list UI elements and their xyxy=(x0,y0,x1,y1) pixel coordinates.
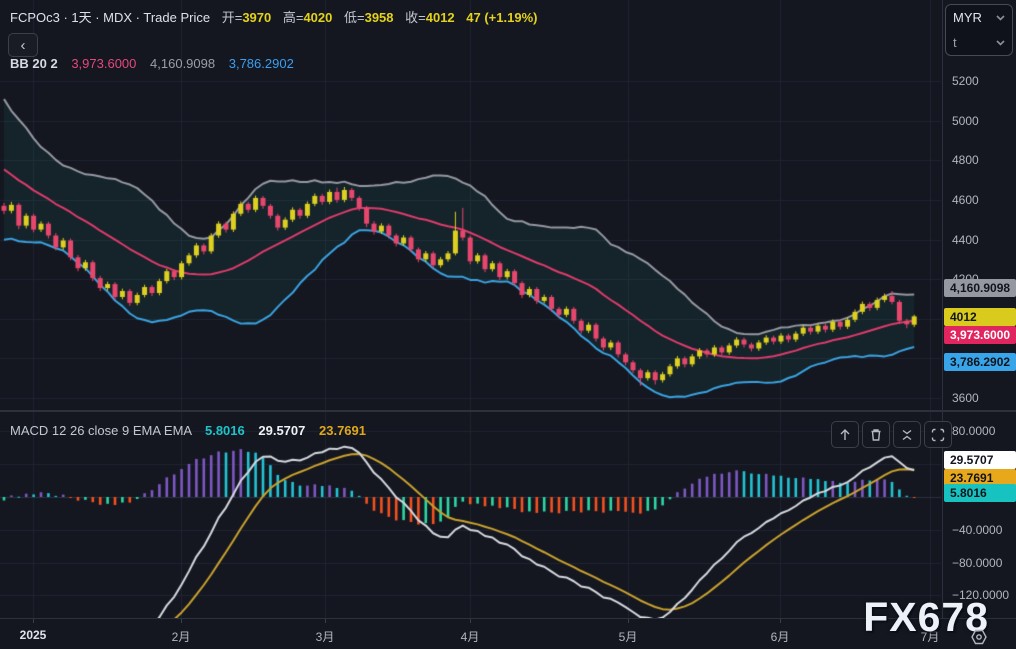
time-tick-mark xyxy=(181,619,182,623)
price-tick-label: 4400 xyxy=(952,233,979,247)
time-axis-label: 3月 xyxy=(315,630,335,644)
bb-upper-value: 4,160.9098 xyxy=(150,56,216,71)
collapse-icon xyxy=(902,429,912,440)
bb-basis-badge: 3,973.6000 xyxy=(944,326,1016,344)
maximize-icon xyxy=(931,428,945,441)
hexagon-settings-icon xyxy=(971,629,987,645)
bb-lower-badge: 3,786.2902 xyxy=(944,353,1016,371)
unit-value: t xyxy=(953,35,957,50)
time-axis-label: 6月 xyxy=(770,630,790,644)
macd-hist-value: 5.8016 xyxy=(204,423,245,438)
macd-tick-label: 80.0000 xyxy=(952,424,996,438)
macd-line-value: 29.5707 xyxy=(258,423,306,438)
macd-signal-value: 23.7691 xyxy=(319,423,366,438)
time-tick-mark xyxy=(470,619,471,623)
time-axis-label: 4月 xyxy=(460,630,480,644)
low-label: 低= xyxy=(344,10,365,25)
macd-tick-label: −40.0000 xyxy=(952,523,1003,537)
chevron-down-icon xyxy=(996,39,1005,46)
price-tick-label: 3600 xyxy=(952,391,979,405)
macd-label: MACD 12 26 close 9 EMA EMA xyxy=(10,423,192,438)
collapse-pane-button[interactable] xyxy=(893,421,921,448)
symbol-title: FCPOc3 · 1天 · MDX · Trade Price xyxy=(10,10,211,25)
macd-chart-canvas[interactable] xyxy=(0,412,941,618)
macd-tick-label: −80.0000 xyxy=(952,556,1003,570)
macd-indicator-row[interactable]: MACD 12 26 close 9 EMA EMA 5.8016 29.570… xyxy=(10,423,366,438)
price-axis[interactable]: 52005000480046004400420040003800360080.0… xyxy=(942,0,1016,618)
trash-icon xyxy=(871,428,881,441)
close-label: 收= xyxy=(405,10,426,25)
low-value: 3958 xyxy=(364,10,394,25)
move-pane-up-button[interactable] xyxy=(831,421,859,448)
time-axis-label: 2月 xyxy=(171,630,191,644)
bb-label: BB 20 2 xyxy=(10,56,58,71)
time-tick-mark xyxy=(628,619,629,623)
open-label: 开= xyxy=(221,10,243,25)
symbol-header: FCPOc3 · 1天 · MDX · Trade Price 开=3970 高… xyxy=(10,7,537,26)
last-price-badge: 4012 xyxy=(944,308,1016,326)
currency-dropdown[interactable]: MYR xyxy=(946,5,1012,30)
price-tick-label: 5000 xyxy=(952,114,979,128)
price-tick-label: 5200 xyxy=(952,74,979,88)
time-tick-mark xyxy=(780,619,781,623)
maximize-pane-button[interactable] xyxy=(924,421,952,448)
time-tick-mark xyxy=(33,619,34,623)
price-tick-label: 4800 xyxy=(952,153,979,167)
time-axis-label: 5月 xyxy=(618,630,638,644)
bb-indicator-row[interactable]: BB 20 2 3,973.6000 4,160.9098 3,786.2902 xyxy=(10,56,294,71)
time-axis-label: 2025 xyxy=(19,628,47,642)
arrow-up-icon xyxy=(840,428,850,440)
currency-unit-panel: MYR t xyxy=(945,4,1013,56)
price-tick-label: 4600 xyxy=(952,193,979,207)
hist-value-badge: 5.8016 xyxy=(944,484,1016,502)
bb-upper-badge: 4,160.9098 xyxy=(944,279,1016,297)
back-button[interactable]: ‹ xyxy=(8,33,38,57)
delete-pane-button[interactable] xyxy=(862,421,890,448)
bb-lower-value: 3,786.2902 xyxy=(228,56,294,71)
change-value: 47 (+1.19%) xyxy=(466,10,538,25)
pane-divider[interactable] xyxy=(0,410,1016,412)
chevron-left-icon: ‹ xyxy=(20,36,26,54)
unit-dropdown[interactable]: t xyxy=(946,30,1012,55)
chevron-down-icon xyxy=(996,14,1005,21)
time-tick-mark xyxy=(325,619,326,623)
high-label: 高= xyxy=(282,10,304,25)
macd-value-badge: 29.5707 xyxy=(944,451,1016,469)
open-value: 3970 xyxy=(242,10,272,25)
bb-basis-value: 3,973.6000 xyxy=(71,56,137,71)
time-axis-settings-button[interactable] xyxy=(966,628,992,646)
chart-window: FCPOc3 · 1天 · MDX · Trade Price 开=3970 高… xyxy=(0,0,1016,649)
currency-value: MYR xyxy=(953,10,982,25)
high-value: 4020 xyxy=(303,10,333,25)
close-value: 4012 xyxy=(425,10,455,25)
macd-pane-toolbar xyxy=(831,421,952,448)
